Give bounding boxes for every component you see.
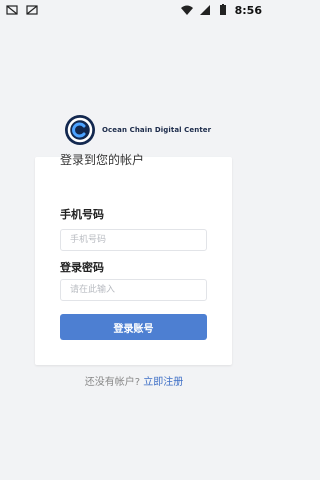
signal-icon bbox=[199, 5, 210, 15]
phone-label: 手机号码 bbox=[60, 208, 104, 221]
status-bar: 8:56 bbox=[0, 0, 268, 20]
login-card-title: 登录到您的帐户 bbox=[60, 153, 145, 167]
password-input[interactable] bbox=[60, 279, 207, 301]
status-time: 8:56 bbox=[234, 3, 262, 17]
phone-input[interactable] bbox=[60, 229, 207, 251]
register-row: 还没有帐户? 立即注册 bbox=[0, 373, 268, 388]
brand-logo-row: Ocean Chain Digital Center bbox=[64, 113, 211, 147]
wifi-icon bbox=[180, 5, 193, 15]
brand-logo-icon bbox=[65, 115, 95, 145]
login-button[interactable]: 登录账号 bbox=[60, 314, 207, 340]
battery-icon bbox=[219, 4, 226, 15]
status-left bbox=[6, 4, 38, 16]
register-prompt: 还没有帐户? bbox=[84, 377, 141, 388]
brand-name: Ocean Chain Digital Center bbox=[102, 126, 212, 134]
status-right: 8:56 bbox=[180, 3, 262, 17]
password-label: 登录密码 bbox=[60, 261, 104, 274]
notification-icon bbox=[6, 5, 18, 15]
register-link[interactable]: 立即注册 bbox=[143, 377, 183, 388]
notification-icon-2 bbox=[26, 5, 38, 15]
